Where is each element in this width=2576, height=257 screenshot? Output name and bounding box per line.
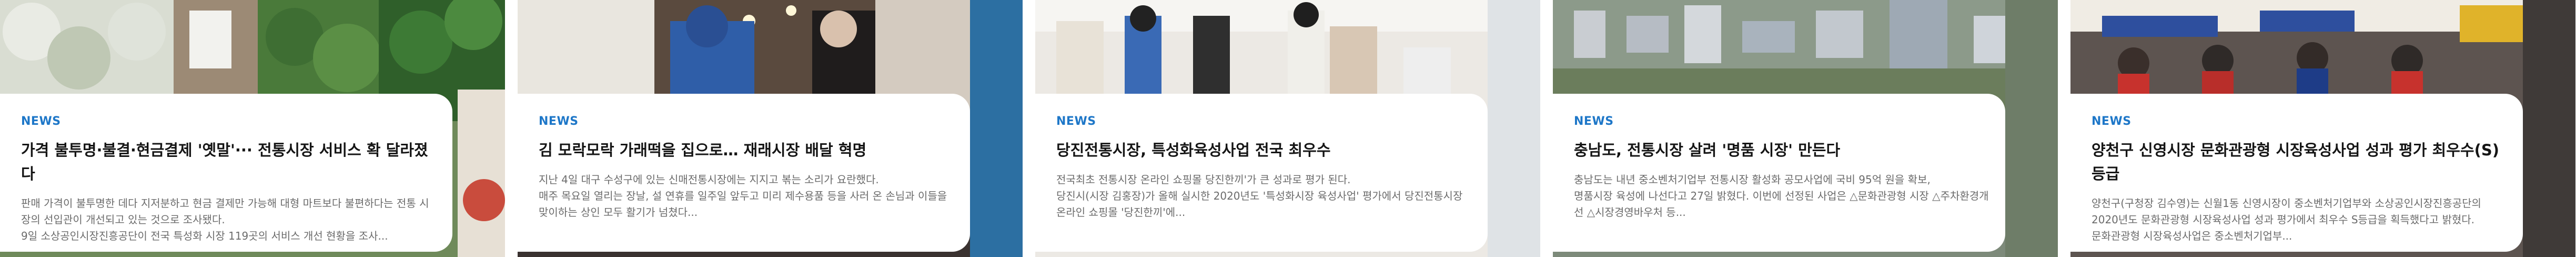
card-text-panel: NEWS 김 모락모락 가래떡을 집으로… 재래시장 배달 혁명 지난 4일 대… (518, 94, 970, 252)
news-summary: 지난 4일 대구 수성구에 있는 신매전통시장에는 지지고 볶는 소리가 요란했… (539, 173, 947, 219)
news-summary: 충남도는 내년 중소벤처기업부 전통시장 활성화 공모사업에 국비 95억 원을… (1574, 173, 1989, 219)
news-tag: NEWS (1574, 115, 1614, 128)
news-title[interactable]: 당진전통시장, 특성화육성사업 전국 최우수 (1056, 139, 1473, 162)
news-tag: NEWS (1056, 115, 1096, 128)
news-tag: NEWS (2092, 115, 2131, 128)
news-tag: NEWS (539, 115, 579, 128)
card-text-panel: NEWS 당진전통시장, 특성화육성사업 전국 최우수 전국최초 전통시장 온라… (1035, 94, 1488, 252)
card-text-panel: NEWS 양천구 신영시장 문화관광형 시장육성사업 성과 평가 최우수(S)등… (2070, 94, 2523, 252)
card-text-panel: NEWS 가격 불투명·불결·현금결제 '옛말'··· 전통시장 서비스 확 달… (0, 94, 452, 252)
news-title[interactable]: 충남도, 전통시장 살려 '명품 시장' 만든다 (1574, 139, 1991, 162)
news-tag: NEWS (21, 115, 61, 128)
news-summary: 양천구(구청장 김수영)는 신월1동 신영시장이 중소벤처기업부와 소상공인시장… (2092, 196, 2481, 242)
card-text-panel: NEWS 충남도, 전통시장 살려 '명품 시장' 만든다 충남도는 내년 중소… (1553, 94, 2005, 252)
news-card-2[interactable]: NEWS 김 모락모락 가래떡을 집으로… 재래시장 배달 혁명 지난 4일 대… (518, 0, 1023, 257)
news-title[interactable]: 김 모락모락 가래떡을 집으로… 재래시장 배달 혁명 (539, 139, 955, 162)
news-card-3[interactable]: NEWS 당진전통시장, 특성화육성사업 전국 최우수 전국최초 전통시장 온라… (1035, 0, 1540, 257)
news-card-4[interactable]: NEWS 충남도, 전통시장 살려 '명품 시장' 만든다 충남도는 내년 중소… (1553, 0, 2058, 257)
news-summary: 판매 가격이 불투명한 데다 지저분하고 현금 결제만 가능해 대형 마트보다 … (21, 196, 429, 242)
news-title[interactable]: 가격 불투명·불결·현금결제 '옛말'··· 전통시장 서비스 확 달라졌다 (21, 139, 438, 186)
news-card-5[interactable]: NEWS 양천구 신영시장 문화관광형 시장육성사업 성과 평가 최우수(S)등… (2070, 0, 2575, 257)
news-summary: 전국최초 전통시장 온라인 쇼핑몰 당진한끼'가 큰 성과로 평가 된다. 당진… (1056, 173, 1463, 219)
news-title[interactable]: 양천구 신영시장 문화관광형 시장육성사업 성과 평가 최우수(S)등급 (2092, 139, 2508, 186)
news-card-1[interactable]: NEWS 가격 불투명·불결·현금결제 '옛말'··· 전통시장 서비스 확 달… (0, 0, 505, 257)
